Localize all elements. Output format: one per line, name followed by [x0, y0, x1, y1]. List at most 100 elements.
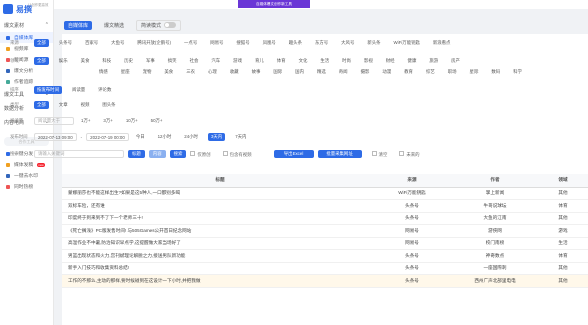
tool-watermark[interactable]: 一键去水印 — [0, 170, 53, 181]
filter-chip[interactable]: 一点号 — [181, 39, 200, 47]
sidebar-section-materials[interactable]: 爆文素材 ⌃ — [0, 18, 53, 32]
export-excel-button[interactable]: 导出Excel — [273, 150, 314, 158]
filter-chip[interactable]: 星际 — [467, 68, 482, 76]
filter-chip[interactable]: 时尚 — [339, 57, 354, 65]
filter-chip[interactable]: 奇闻 — [336, 68, 351, 76]
table-row[interactable]: 《死亡搁浅》PC版发售时间! 与505Games公开首日纪念网站 网易号 游侠网 游戏 — [62, 224, 588, 238]
top-ad-banner[interactable]: 自媒体爆文创作新工具 — [238, 0, 310, 8]
filter-chip[interactable]: 健康 — [405, 57, 420, 65]
filter-chip[interactable]: 大鱼号 — [108, 39, 127, 47]
read-count-input[interactable]: 阅读量大于 — [34, 117, 74, 125]
tool-publish[interactable]: 媒体发稿 new — [0, 159, 53, 170]
filter-chip[interactable]: 文化 — [296, 57, 311, 65]
filter-chip[interactable]: 新浪看点 — [430, 39, 454, 47]
filter-chip[interactable]: 网易号 — [207, 39, 226, 47]
row-title[interactable]: 蒙娜丽莎也不能这样出生?如果是这5种人,一口都别多喝 — [62, 187, 372, 200]
filter-chip[interactable]: 娱乐 — [56, 57, 71, 65]
filter-chip[interactable]: 按发布时间 — [34, 86, 62, 94]
row-title[interactable]: 双标车险，还有谁 — [62, 199, 372, 213]
filter-chip[interactable]: 故事 — [249, 68, 264, 76]
table-row[interactable]: 蒙娜丽莎也不能这样出生?如果是这5种人,一口都别多喝 WiFi万能钥匙 掌上新闻 其他 — [62, 187, 588, 200]
table-row[interactable]: 印度终于到来到不了下一个老师三十! 头条号 大鱼的江南 其他 — [62, 212, 588, 225]
filter-chip[interactable]: 腾讯开放(企鹅号) — [134, 39, 174, 47]
filter-chip[interactable]: 搜狐号 — [233, 39, 252, 47]
filter-chip[interactable]: 趣头条 — [286, 39, 305, 47]
filter-chip[interactable]: 国内 — [292, 68, 307, 76]
batch-collect-button[interactable]: 批量采集网址 — [317, 150, 362, 158]
filter-chip[interactable]: 评论数 — [95, 86, 114, 94]
search-button[interactable]: 搜索 — [169, 150, 187, 158]
filter-chip[interactable]: 头条号 — [56, 39, 75, 47]
filter-chip[interactable]: 游戏 — [230, 57, 245, 65]
row-title[interactable]: 《死亡搁浅》PC版发售时间! 与505Games公开首日纪念网站 — [62, 224, 372, 238]
tab-media[interactable]: 自媒体库 — [64, 20, 93, 30]
sidebar-item-analysis[interactable]: 爆文分析 — [0, 65, 53, 76]
row-title[interactable]: 高温作业不中暑,防治知识早点学,这提醒做大家当场好了 — [62, 237, 372, 250]
wordcloud-check[interactable]: 未来的 — [399, 150, 420, 158]
table-row[interactable]: 高温作业不中暑,防治知识早点学,这提醒做大家当场好了 网易号 校门南榜 生活 — [62, 237, 588, 250]
filter-chip[interactable]: 财经 — [383, 57, 398, 65]
filter-chip[interactable]: 百家号 — [82, 39, 101, 47]
filter-chip[interactable]: 宠物 — [140, 68, 155, 76]
filter-chip[interactable]: 摄影 — [358, 68, 373, 76]
row-title[interactable]: 印度终于到来到不了下一个老师三十! — [62, 212, 372, 225]
filter-chip[interactable]: 3天内 — [207, 133, 226, 141]
tool-hotlist[interactable]: 同时热榜 — [0, 181, 53, 192]
filter-chip[interactable]: 24小时 — [181, 133, 201, 141]
filter-chip[interactable]: 搞笑 — [165, 57, 180, 65]
table-row[interactable]: 工作的不那么,主动的那样,要时候碰到在这设计一下小时,并把我做 头条号 西州广声北部… — [62, 274, 588, 288]
checkbox[interactable] — [399, 150, 405, 156]
filter-chip[interactable]: 今日 — [133, 133, 148, 141]
filter-chip[interactable]: 教育 — [401, 68, 416, 76]
filter-chip[interactable]: 美食 — [161, 68, 176, 76]
filter-chip[interactable]: 东方号 — [312, 39, 331, 47]
original-check[interactable]: 仅原创 — [190, 150, 211, 158]
filter-chip[interactable]: 全部 — [34, 39, 49, 47]
filter-chip[interactable]: 科学 — [510, 68, 525, 76]
filter-chip[interactable]: 1万+ — [78, 117, 93, 125]
clear-check[interactable]: 清空 — [371, 150, 387, 158]
filter-chip[interactable]: 大风号 — [338, 39, 357, 47]
filter-chip[interactable]: 三农 — [183, 68, 198, 76]
filter-chip[interactable]: 动漫 — [379, 68, 394, 76]
filter-chip[interactable]: 收藏 — [227, 68, 242, 76]
filter-chip[interactable]: 数码 — [488, 68, 503, 76]
filter-chip[interactable]: 10万+ — [123, 117, 141, 125]
filter-chip[interactable]: 军事 — [143, 57, 158, 65]
tab-selected[interactable]: 爆文精选 — [100, 21, 128, 30]
filter-chip[interactable]: 星座 — [118, 68, 133, 76]
header-field[interactable]: 领域 — [538, 174, 588, 188]
start-date-input[interactable]: 2022-07-13 09:00 — [34, 133, 77, 141]
filter-chip[interactable]: 汽车 — [208, 57, 223, 65]
filter-chip[interactable]: 视频 — [78, 101, 93, 109]
row-title[interactable]: 新手入门技巧和收集资料总结! — [62, 262, 372, 275]
filter-chip[interactable]: 美食 — [78, 57, 93, 65]
row-title[interactable]: 工作的不那么,主动的那样,要时候碰到在这设计一下小时,并把我做 — [62, 274, 372, 288]
table-row[interactable]: 男篮出现状态和火力,宫刊斌理论解脱之力,接送男队新功能 头条号 神奇数点 体育 — [62, 249, 588, 263]
filter-chip[interactable]: 精选 — [314, 68, 329, 76]
content-button[interactable]: 内容 — [148, 150, 166, 158]
filter-chip[interactable]: 3万+ — [100, 117, 115, 125]
toggle-switch[interactable] — [164, 22, 177, 28]
filter-chip[interactable]: 7天内 — [232, 133, 249, 141]
filter-chip[interactable]: 12小时 — [155, 133, 175, 141]
filter-chip[interactable]: 育儿 — [252, 57, 267, 65]
filter-chip[interactable]: WiFi万能钥匙 — [391, 39, 423, 47]
filter-chip[interactable]: 体育 — [274, 57, 289, 65]
filter-chip[interactable]: 文章 — [56, 101, 71, 109]
simple-mode-toggle[interactable]: 简读模式 — [136, 19, 182, 31]
video-check[interactable]: 包含有视频 — [222, 150, 252, 158]
filter-chip[interactable]: 凤凰号 — [260, 39, 279, 47]
filter-chip[interactable]: 房产 — [448, 57, 463, 65]
table-row[interactable]: 新手入门技巧和收集资料总结! 头条号 一座国際刺 其他 — [62, 262, 588, 275]
search-input[interactable]: 请输入关键词 — [34, 150, 124, 158]
filter-chip[interactable]: 职场 — [445, 68, 460, 76]
header-author[interactable]: 作者 — [452, 174, 538, 188]
checkbox[interactable] — [190, 150, 196, 156]
checkbox[interactable] — [371, 150, 377, 156]
filter-chip[interactable]: 50万+ — [148, 117, 166, 125]
filter-chip[interactable]: 社会 — [187, 57, 202, 65]
filter-chip[interactable]: 情感 — [96, 68, 111, 76]
filter-chip[interactable]: 生活 — [317, 57, 332, 65]
filter-chip[interactable]: 综艺 — [423, 68, 438, 76]
